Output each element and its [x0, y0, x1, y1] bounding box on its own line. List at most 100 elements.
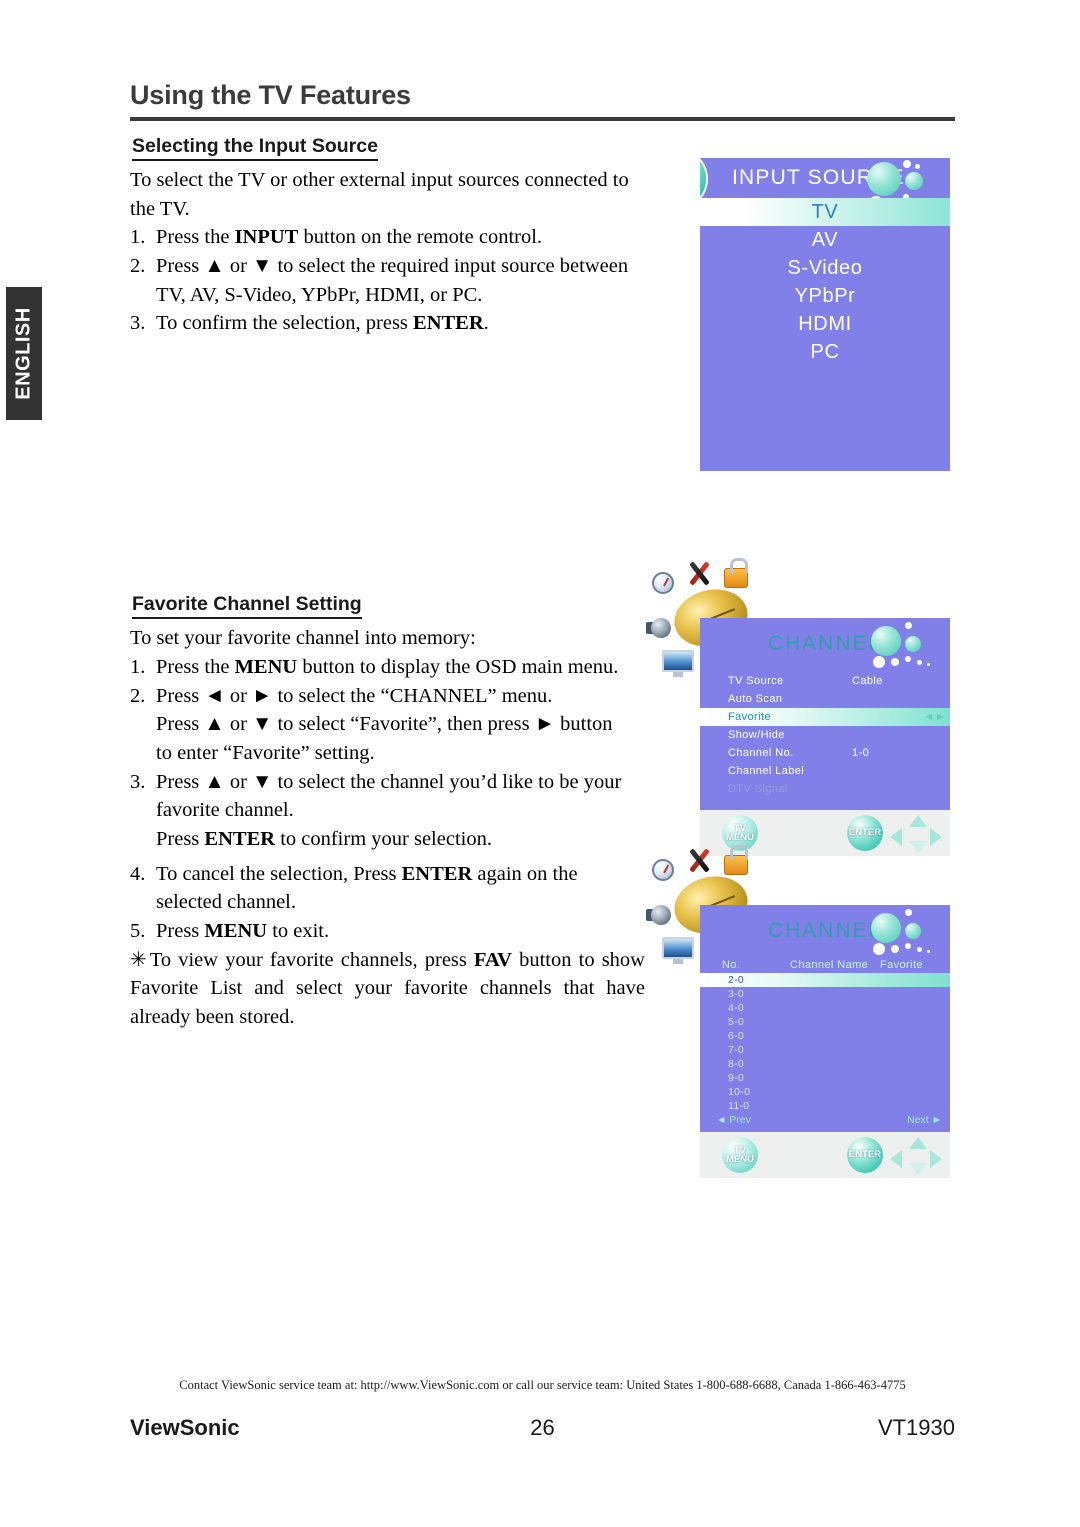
favorite-step-5: 5. Press MENU to exit. [130, 917, 645, 946]
arrow-right-icon[interactable] [930, 828, 942, 846]
input-source-item-hdmi[interactable]: HDMI [700, 310, 950, 338]
row-label: Favorite [728, 711, 771, 723]
channel-row-channel-label[interactable]: Channel Label [700, 762, 950, 780]
bubble-decoration-icon [853, 618, 948, 674]
favorite-step-1: 1. Press the MENU button to display the … [130, 653, 645, 682]
arrow-down-icon[interactable] [909, 841, 927, 853]
language-tab: ENGLISH [6, 287, 42, 420]
step-text: Press the INPUT button on the remote con… [156, 226, 543, 249]
step-number: 3. [130, 312, 146, 335]
dpad-icon[interactable] [890, 1137, 942, 1175]
channel-menu-osd-image: CHANNEL TV Source Cable Auto Scan Favori… [646, 558, 950, 856]
favorite-step-2: 2. Press ◄ or ► to select the “CHANNEL” … [130, 682, 645, 768]
step-line: Press ▲ or ▼ to select the channel you’d… [156, 770, 622, 793]
input-source-osd-image: INPUT SOURCE TV AV S-Video YPbPr HDMI PC [700, 158, 950, 471]
tv-menu-button-line2: MENU [726, 1154, 754, 1165]
prev-page-button[interactable]: ◄ Prev [716, 1114, 751, 1126]
input-source-lead: To select the TV or other external input… [130, 169, 629, 220]
row-label: Channel No. [728, 747, 794, 759]
arrow-up-icon[interactable] [909, 815, 927, 827]
row-value: 1-0 [852, 747, 870, 759]
tv-menu-button-line2: MENU [726, 832, 754, 843]
tools-icon[interactable] [684, 560, 718, 588]
face-badge-icon [700, 158, 706, 198]
channel-row-auto-scan[interactable]: Auto Scan [700, 690, 950, 708]
timer-icon[interactable] [652, 859, 674, 881]
input-source-item-av[interactable]: AV [700, 226, 950, 254]
step-text: To cancel the selection, Press ENTER aga… [156, 862, 578, 914]
speaker-icon[interactable] [646, 616, 672, 640]
channel-number: 5-0 [728, 1016, 745, 1028]
favorite-channel-lead: To set your favorite channel into memory… [130, 627, 476, 650]
list-item[interactable]: 4-0 [700, 1001, 950, 1015]
footer-brand: ViewSonic [130, 1415, 240, 1440]
list-item[interactable]: 6-0 [700, 1029, 950, 1043]
title-divider [130, 117, 955, 121]
osd-button-bar: TV MENU ENTER [700, 1132, 950, 1178]
list-item[interactable]: 8-0 [700, 1057, 950, 1071]
tools-icon[interactable] [684, 847, 718, 875]
channel-number: 7-0 [728, 1044, 745, 1056]
section-heading-favorite-channel: Favorite Channel Setting [132, 593, 362, 620]
channel-row-show-hide[interactable]: Show/Hide [700, 726, 950, 744]
list-item[interactable]: 9-0 [700, 1071, 950, 1085]
channel-row-favorite[interactable]: Favorite ◄► [700, 708, 950, 726]
step-text: Press MENU to exit. [156, 920, 330, 942]
step-text: Press ◄ or ► to select the “CHANNEL” men… [156, 682, 645, 768]
input-source-step-1: 1. Press the INPUT button on the remote … [130, 223, 645, 252]
arrow-down-icon[interactable] [909, 1163, 927, 1175]
input-source-item-tv[interactable]: TV [700, 198, 950, 226]
step-line: Press ◄ or ► to select the “CHANNEL” men… [156, 684, 553, 707]
enter-button[interactable]: ENTER [847, 815, 883, 851]
step-number: 2. [130, 255, 146, 278]
footer-page-number: 26 [530, 1415, 555, 1440]
bubble-decoration-icon [853, 905, 948, 961]
asterisk-icon: ✳ [130, 948, 147, 971]
list-item[interactable]: 3-0 [700, 987, 950, 1001]
favorite-channel-text: To set your favorite channel into memory… [130, 624, 645, 1032]
step-number: 2. [130, 684, 146, 707]
enter-button[interactable]: ENTER [847, 1137, 883, 1173]
list-item[interactable]: 2-0 [700, 973, 950, 987]
step-line: favorite channel. [156, 799, 294, 822]
tv-menu-button[interactable]: TV MENU [722, 1137, 758, 1173]
channel-row-channel-no[interactable]: Channel No. 1-0 [700, 744, 950, 762]
input-source-item-pc[interactable]: PC [700, 338, 950, 366]
speaker-icon[interactable] [646, 903, 672, 927]
channel-number: 2-0 [728, 974, 745, 986]
input-source-item-svideo[interactable]: S-Video [700, 254, 950, 282]
step-line: Press ▲ or ▼ to select “Favorite”, then … [156, 713, 613, 736]
arrow-right-icon[interactable] [930, 1150, 942, 1168]
page-title: Using the TV Features [130, 80, 411, 110]
channel-list-rows: 2-0 3-0 4-0 5-0 6-0 7-0 8-0 9-0 10-0 11-… [700, 973, 950, 1132]
arrow-left-icon[interactable] [890, 828, 902, 846]
favorite-step-3: 3. Press ▲ or ▼ to select the channel yo… [130, 768, 645, 854]
arrow-left-icon[interactable] [890, 1150, 902, 1168]
bubble-decoration-icon [853, 158, 948, 198]
step-text: Press the MENU button to display the OSD… [156, 655, 619, 678]
row-label: Show/Hide [728, 729, 785, 741]
step-number: 4. [130, 862, 146, 885]
language-tab-label: ENGLISH [12, 307, 35, 400]
lock-icon[interactable] [724, 845, 748, 875]
channel-list-osd-image: CHANNEL No. Channel Name Favorite 2-0 3-… [646, 845, 950, 1178]
row-value: Cable [852, 675, 883, 687]
lock-icon[interactable] [724, 558, 748, 588]
next-page-button[interactable]: Next ► [907, 1114, 942, 1126]
list-item[interactable]: 7-0 [700, 1043, 950, 1057]
list-item[interactable]: 5-0 [700, 1015, 950, 1029]
step-text: Press ▲ or ▼ to select the required inpu… [156, 255, 629, 306]
list-item[interactable]: 10-0 [700, 1085, 950, 1099]
input-source-item-ypbpr[interactable]: YPbPr [700, 282, 950, 310]
monitor-icon[interactable] [662, 650, 694, 678]
step-number: 5. [130, 920, 146, 942]
timer-icon[interactable] [652, 572, 674, 594]
input-source-panel: INPUT SOURCE TV AV S-Video YPbPr HDMI PC [700, 158, 950, 471]
footer-model: VT1930 [877, 1415, 955, 1440]
step-number: 1. [130, 655, 146, 678]
monitor-icon[interactable] [662, 937, 694, 965]
list-item[interactable]: 11-0 [700, 1099, 950, 1113]
dpad-icon[interactable] [890, 815, 942, 853]
left-right-arrow-icon: ◄► [923, 711, 946, 723]
arrow-up-icon[interactable] [909, 1137, 927, 1149]
